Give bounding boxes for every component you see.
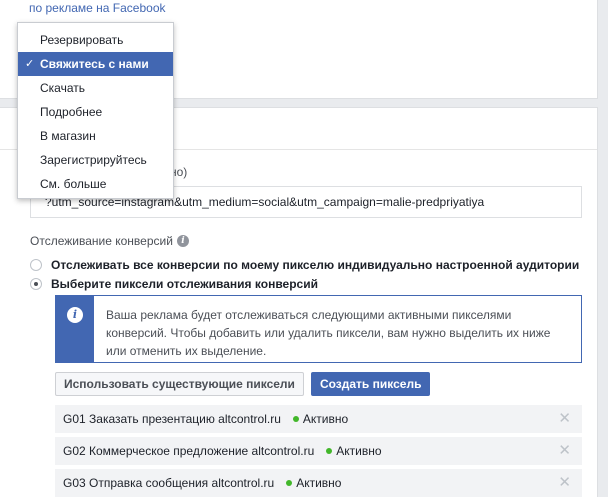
radio-select-pixels-label: Выберите пиксели отслеживания конверсий	[51, 277, 318, 291]
pixel-name: G03 Отправка сообщения altcontrol.ru	[63, 476, 275, 490]
pixel-row[interactable]: G01 Заказать презентацию altcontrol.ru А…	[55, 405, 582, 433]
info-icon[interactable]: i	[176, 235, 189, 247]
pixel-row[interactable]: G02 Коммерческое предложение altcontrol.…	[55, 437, 582, 465]
conversion-tracking-label: Отслеживание конверсий	[30, 234, 173, 248]
pixel-row[interactable]: G03 Отправка сообщения altcontrol.ru Акт…	[55, 469, 582, 497]
notice-icon-bar: i	[56, 296, 94, 362]
pixel-status-label: Активно	[302, 412, 349, 426]
remove-icon[interactable]: ✕	[558, 474, 571, 492]
active-dot-icon	[292, 416, 299, 422]
pixel-status: Активно	[326, 444, 382, 458]
create-pixel-button[interactable]: Создать пиксель	[310, 372, 431, 396]
menu-item-learn-more[interactable]: Подробнее	[18, 100, 173, 124]
active-dot-icon	[326, 448, 333, 454]
radio-button-unchecked[interactable]	[30, 259, 42, 271]
menu-item-label: В магазин	[40, 129, 96, 143]
menu-item-contact-us[interactable]: ✓ Свяжитесь с нами	[18, 52, 173, 76]
menu-item-shop[interactable]: В магазин	[18, 124, 173, 148]
conversion-tracking-title: Отслеживание конверсий i	[30, 234, 189, 248]
checkmark-icon: ✓	[25, 58, 35, 70]
active-dot-icon	[286, 480, 293, 486]
radio-select-pixels[interactable]: Выберите пиксели отслеживания конверсий	[30, 277, 318, 291]
pixel-status: Активно	[292, 412, 349, 426]
pixel-name: G01 Заказать презентацию altcontrol.ru	[63, 412, 281, 426]
remove-icon[interactable]: ✕	[558, 442, 571, 460]
menu-item-label: Подробнее	[40, 105, 103, 119]
pixel-status-label: Активно	[296, 476, 342, 490]
info-icon: i	[67, 307, 83, 323]
menu-item-download[interactable]: Скачать	[18, 76, 173, 100]
notice-text: Ваша реклама будет отслеживаться следующ…	[106, 308, 551, 358]
radio-track-all[interactable]: Отслеживать все конверсии по моему пиксе…	[30, 258, 579, 272]
menu-item-label: Свяжитесь с нами	[40, 57, 149, 71]
menu-item-label: Зарегистрируйтесь	[40, 153, 147, 167]
pixel-notice: i Ваша реклама будет отслеживаться следу…	[55, 295, 582, 363]
pixel-buttons: Использовать существующие пиксели Создат…	[55, 372, 431, 396]
pixel-status: Активно	[286, 476, 341, 490]
radio-button-checked[interactable]	[30, 278, 42, 290]
pixel-name: G02 Коммерческое предложение altcontrol.…	[63, 444, 315, 458]
menu-item-label: Скачать	[40, 81, 85, 95]
pixel-status-label: Активно	[336, 444, 382, 458]
radio-track-all-label: Отслеживать все конверсии по моему пиксе…	[51, 258, 580, 272]
menu-item-reserve[interactable]: Резервировать	[18, 28, 173, 52]
facebook-ads-link[interactable]: по рекламе на Facebook	[29, 0, 166, 16]
cta-dropdown-menu: Резервировать ✓ Свяжитесь с нами Скачать …	[17, 22, 174, 199]
menu-item-label: Резервировать	[40, 33, 124, 47]
menu-item-see-more[interactable]: См. больше	[18, 172, 173, 196]
remove-icon[interactable]: ✕	[558, 410, 571, 428]
menu-item-label: См. больше	[40, 177, 107, 191]
use-existing-pixels-button[interactable]: Использовать существующие пиксели	[55, 372, 304, 396]
menu-item-sign-up[interactable]: Зарегистрируйтесь	[18, 148, 173, 172]
